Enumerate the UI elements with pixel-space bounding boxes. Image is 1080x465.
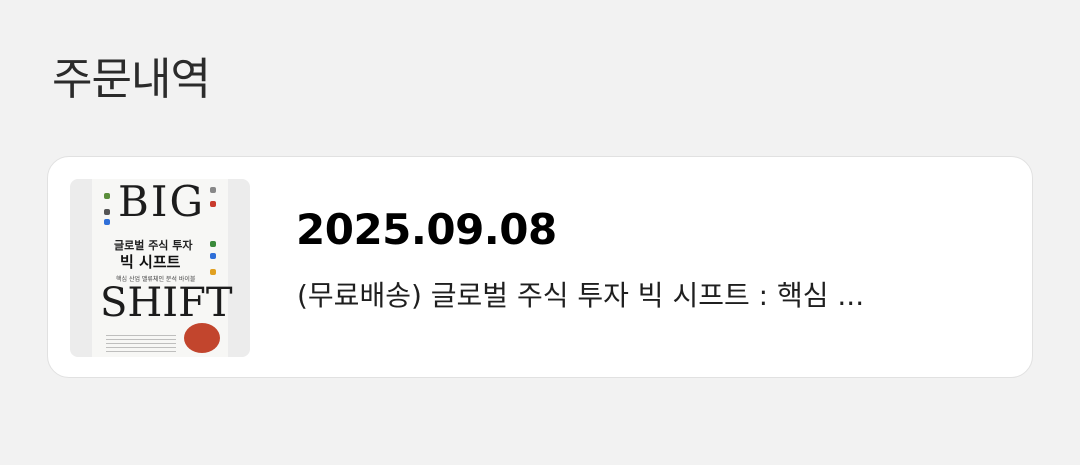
company-logo-icon <box>210 253 216 259</box>
page-title: 주문내역 <box>52 54 211 105</box>
cover-subtitle-line2: 빅 시프트 <box>120 253 181 271</box>
order-card[interactable]: BIG 글로벌 주식 투자 빅 시프트 핵심 산업 밸류체인 분석 바이블 SH… <box>47 156 1033 378</box>
company-logo-icon <box>104 219 110 225</box>
company-logo-icon <box>104 193 110 199</box>
book-cover-artwork: BIG 글로벌 주식 투자 빅 시프트 핵심 산업 밸류체인 분석 바이블 SH… <box>92 179 233 357</box>
company-logo-icon <box>210 187 216 193</box>
company-logo-icon <box>104 209 110 215</box>
company-logo-icon <box>210 201 216 207</box>
book-cover-image: BIG 글로벌 주식 투자 빅 시프트 핵심 산업 밸류체인 분석 바이블 SH… <box>70 179 250 357</box>
cover-title-top: BIG <box>118 179 206 226</box>
company-logo-icon <box>210 269 216 275</box>
cover-badge-icon <box>184 323 220 353</box>
company-logo-icon <box>210 241 216 247</box>
cover-blurb <box>106 335 176 353</box>
cover-title-bottom: SHIFT <box>100 280 233 326</box>
order-product-name[interactable]: (무료배송) 글로벌 주식 투자 빅 시프트 : 핵심 ... <box>297 279 977 313</box>
order-date: 2025.09.08 <box>296 205 557 254</box>
